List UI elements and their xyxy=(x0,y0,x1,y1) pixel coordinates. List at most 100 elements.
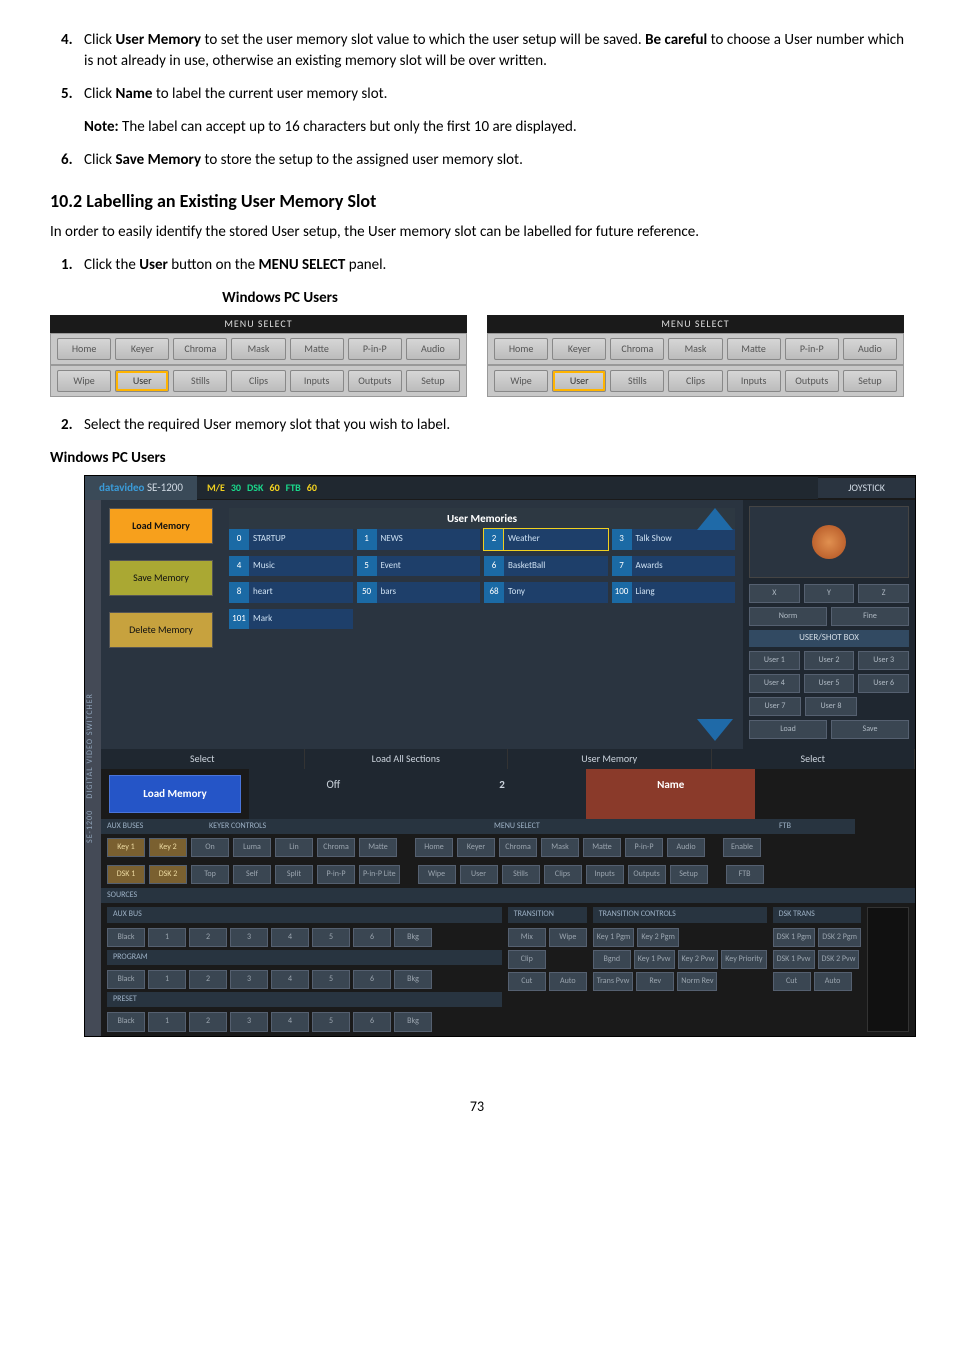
keyer-button[interactable]: Top xyxy=(191,865,229,884)
menu-button-inputs[interactable]: Inputs xyxy=(727,370,781,392)
keyer-button[interactable]: Key 2 xyxy=(149,838,187,857)
source-button[interactable]: Black xyxy=(107,928,145,947)
source-button[interactable]: 2 xyxy=(189,928,227,947)
menu-button-mask[interactable]: Mask xyxy=(231,338,285,360)
load-memory-button[interactable]: Load Memory xyxy=(109,508,213,544)
memory-slot[interactable]: 5Event xyxy=(357,556,481,577)
menu-button[interactable]: Matte xyxy=(583,838,621,857)
dsk-button[interactable]: DSK 1 Pvw xyxy=(773,950,815,969)
delete-memory-button[interactable]: Delete Memory xyxy=(109,612,213,648)
trans-control-button[interactable]: Key 1 Pvw xyxy=(634,950,675,969)
transition-button[interactable]: Clip xyxy=(508,950,546,969)
menu-button[interactable]: Clips xyxy=(544,865,582,884)
source-button[interactable]: 2 xyxy=(189,1012,227,1031)
menu-button-wipe[interactable]: Wipe xyxy=(494,370,548,392)
menu-button-setup[interactable]: Setup xyxy=(843,370,897,392)
axis-button[interactable]: Y xyxy=(804,584,855,603)
menu-button-home[interactable]: Home xyxy=(494,338,548,360)
trans-control-button[interactable]: Key 2 Pvw xyxy=(678,950,719,969)
menu-button[interactable]: User xyxy=(460,865,498,884)
keyer-button[interactable]: On xyxy=(191,838,229,857)
memory-slot[interactable]: 2Weather xyxy=(484,529,608,550)
menu-button-stills[interactable]: Stills xyxy=(173,370,227,392)
source-button[interactable]: Bkg xyxy=(394,1012,432,1031)
memory-slot[interactable]: 101Mark xyxy=(229,609,353,630)
source-button[interactable]: Black xyxy=(107,970,145,989)
memory-slot[interactable]: 3Talk Show xyxy=(612,529,736,550)
ftb-button[interactable]: Enable xyxy=(723,838,761,857)
menu-button[interactable]: P-in-P xyxy=(625,838,663,857)
menu-button-inputs[interactable]: Inputs xyxy=(290,370,344,392)
user-slot-button[interactable]: User 5 xyxy=(804,674,855,693)
keyer-button[interactable]: P-in-P xyxy=(317,865,355,884)
menu-button-keyer[interactable]: Keyer xyxy=(115,338,169,360)
menu-button-home[interactable]: Home xyxy=(57,338,111,360)
user-slot-button[interactable]: User 8 xyxy=(805,697,857,716)
keyer-button[interactable]: Key 1 xyxy=(107,838,145,857)
menu-button-p-in-p[interactable]: P-in-P xyxy=(785,338,839,360)
save-button[interactable]: Save xyxy=(831,720,909,739)
transition-button[interactable]: Mix xyxy=(508,928,546,947)
menu-button[interactable]: Chroma xyxy=(499,838,537,857)
menu-button-user[interactable]: User xyxy=(552,370,606,392)
user-slot-button[interactable]: User 7 xyxy=(749,697,801,716)
ftb-button[interactable]: FTB xyxy=(726,865,764,884)
memory-slot[interactable]: 50bars xyxy=(357,582,481,603)
source-button[interactable]: 6 xyxy=(353,1012,391,1031)
menu-button[interactable]: Inputs xyxy=(586,865,624,884)
keyer-button[interactable]: P-in-P Lite xyxy=(359,865,400,884)
source-button[interactable]: 3 xyxy=(230,928,268,947)
source-button[interactable]: 3 xyxy=(230,970,268,989)
source-button[interactable]: 3 xyxy=(230,1012,268,1031)
menu-button-clips[interactable]: Clips xyxy=(231,370,285,392)
source-button[interactable]: Bkg xyxy=(394,970,432,989)
keyer-button[interactable]: Chroma xyxy=(317,838,355,857)
trans-control-button[interactable]: Key 1 Pgm xyxy=(593,928,635,947)
source-button[interactable]: 6 xyxy=(353,970,391,989)
keyer-button[interactable]: Lin xyxy=(275,838,313,857)
menu-button-matte[interactable]: Matte xyxy=(727,338,781,360)
source-button[interactable]: 1 xyxy=(148,1012,186,1031)
memory-slot[interactable]: 8heart xyxy=(229,582,353,603)
name-button[interactable]: Name xyxy=(586,769,755,818)
source-button[interactable]: Black xyxy=(107,1012,145,1031)
user-slot-button[interactable]: User 1 xyxy=(749,651,800,670)
user-slot-button[interactable]: User 2 xyxy=(804,651,855,670)
menu-button-stills[interactable]: Stills xyxy=(610,370,664,392)
transition-button[interactable]: Cut xyxy=(508,972,546,991)
load-memory-big-button[interactable]: Load Memory xyxy=(109,775,241,812)
transition-button[interactable]: Wipe xyxy=(549,928,587,947)
menu-button-audio[interactable]: Audio xyxy=(843,338,897,360)
trans-control-button[interactable]: Trans Pvw xyxy=(593,972,634,991)
memory-slot[interactable]: 6BasketBall xyxy=(484,556,608,577)
memory-slot[interactable]: 1NEWS xyxy=(357,529,481,550)
dsk-button[interactable]: Auto xyxy=(814,972,852,991)
source-button[interactable]: 4 xyxy=(271,1012,309,1031)
keyer-button[interactable]: DSK 2 xyxy=(149,865,187,884)
keyer-button[interactable]: Matte xyxy=(359,838,397,857)
keyer-button[interactable]: DSK 1 xyxy=(107,865,145,884)
keyer-button[interactable]: Self xyxy=(233,865,271,884)
axis-button[interactable]: Z xyxy=(858,584,909,603)
menu-button-audio[interactable]: Audio xyxy=(406,338,460,360)
user-slot-button[interactable]: User 6 xyxy=(858,674,909,693)
down-arrow-icon[interactable] xyxy=(697,719,733,741)
menu-button[interactable]: Mask xyxy=(541,838,579,857)
menu-button[interactable]: Wipe xyxy=(418,865,456,884)
trans-control-button[interactable]: Key 2 Pgm xyxy=(637,928,679,947)
memory-slot[interactable]: 7Awards xyxy=(612,556,736,577)
source-button[interactable]: 4 xyxy=(271,970,309,989)
load-button[interactable]: Load xyxy=(749,720,827,739)
memory-slot[interactable]: 0STARTUP xyxy=(229,529,353,550)
menu-button-outputs[interactable]: Outputs xyxy=(348,370,402,392)
memory-slot[interactable]: 68Tony xyxy=(484,582,608,603)
source-button[interactable]: 5 xyxy=(312,970,350,989)
menu-button-clips[interactable]: Clips xyxy=(668,370,722,392)
trans-control-button[interactable]: Key Priority xyxy=(721,950,766,969)
menu-button-wipe[interactable]: Wipe xyxy=(57,370,111,392)
source-button[interactable]: 2 xyxy=(189,970,227,989)
t-bar[interactable] xyxy=(867,907,909,1031)
memory-slot[interactable]: 4Music xyxy=(229,556,353,577)
user-slot-button[interactable]: User 3 xyxy=(858,651,909,670)
menu-button-user[interactable]: User xyxy=(115,370,169,392)
